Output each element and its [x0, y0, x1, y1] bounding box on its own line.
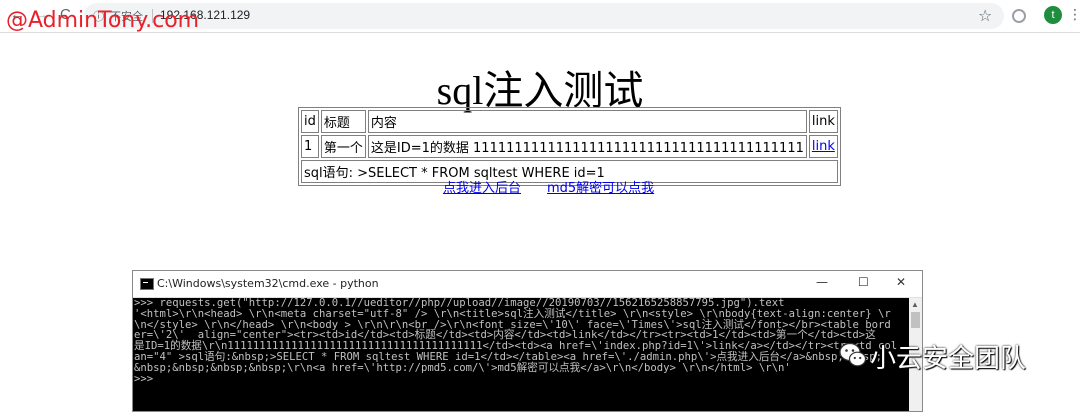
- table-row: 1 第一个 这是ID=1的数据 111111111111111111111111…: [301, 135, 838, 158]
- cell-content: 这是ID=1的数据 111111111111111111111111111111…: [367, 135, 807, 158]
- scroll-up-icon[interactable]: ▲: [911, 300, 919, 309]
- address-bar[interactable]: ⓘ 不安全 192.168.121.129: [84, 3, 1004, 29]
- header-link: link: [808, 110, 838, 133]
- header-id: id: [301, 110, 319, 133]
- more-menu-icon[interactable]: ⋮: [1068, 6, 1080, 23]
- watermark-text: 小云安全团队: [870, 344, 1027, 374]
- watermark-top-left: @AdminTony.com: [6, 8, 200, 33]
- avatar[interactable]: t: [1044, 6, 1062, 24]
- extension-icon[interactable]: [1012, 9, 1026, 23]
- admin-link[interactable]: 点我进入后台: [443, 177, 521, 196]
- cell-link-wrap: link: [808, 135, 838, 158]
- minimize-button[interactable]: —: [816, 275, 828, 289]
- console-line: >>>: [134, 372, 154, 385]
- cmd-titlebar[interactable]: C:\Windows\system32\cmd.exe - python — ☐…: [133, 271, 922, 298]
- star-icon[interactable]: ☆: [978, 6, 992, 26]
- result-table: id 标题 内容 link 1 第一个 这是ID=1的数据 1111111111…: [298, 107, 841, 186]
- console-output[interactable]: >>> requests.get("http://127.0.0.1//uedi…: [133, 298, 910, 411]
- header-title: 标题: [320, 110, 366, 133]
- scroll-thumb[interactable]: [911, 312, 920, 328]
- console-line: '<html>\r\n<head> \r\n<meta charset="utf…: [134, 307, 891, 320]
- close-button[interactable]: ✕: [896, 275, 906, 289]
- header-content: 内容: [367, 110, 807, 133]
- maximize-button[interactable]: ☐: [858, 275, 869, 289]
- cell-title: 第一个: [320, 135, 366, 158]
- md5-link[interactable]: md5解密可以点我: [547, 177, 654, 196]
- table-header-row: id 标题 内容 link: [301, 110, 838, 133]
- cmd-title: C:\Windows\system32\cmd.exe - python: [157, 277, 379, 290]
- cmd-window[interactable]: C:\Windows\system32\cmd.exe - python — ☐…: [132, 270, 923, 412]
- cell-id: 1: [301, 135, 319, 158]
- cmd-icon: [140, 278, 154, 290]
- console-line: &nbsp;&nbsp;&nbsp;&nbsp;\r\n<a href=\'ht…: [134, 361, 791, 374]
- wechat-icon: [839, 342, 867, 367]
- row-link[interactable]: link: [812, 139, 835, 154]
